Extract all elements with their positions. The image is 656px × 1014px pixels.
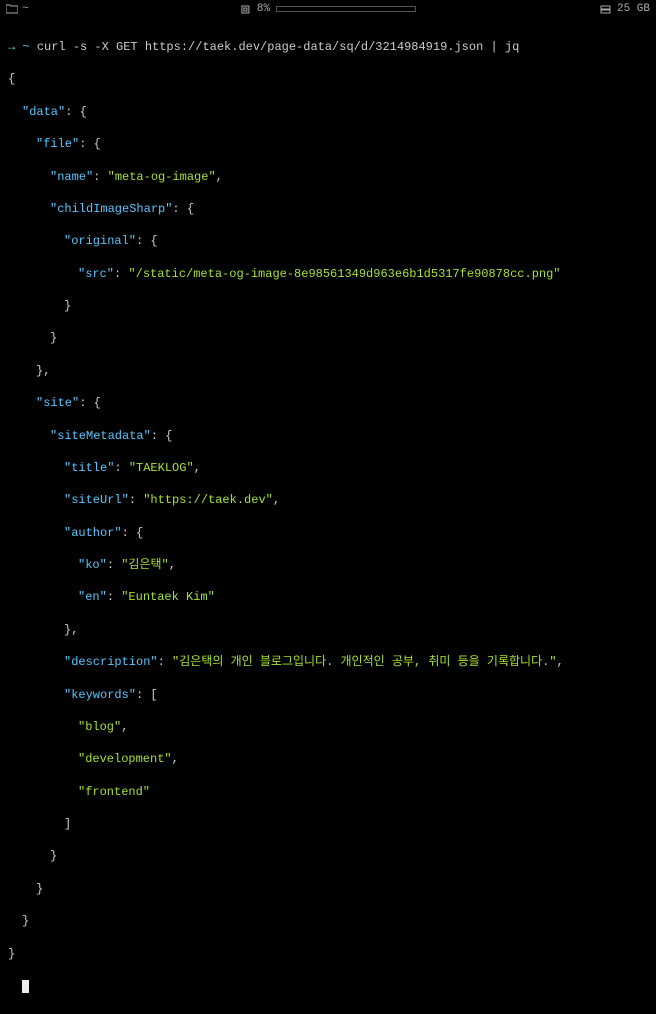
json-line: "file": { bbox=[8, 136, 648, 152]
cursor bbox=[22, 980, 29, 993]
json-line: } bbox=[8, 946, 648, 962]
status-cwd: ~ bbox=[6, 2, 29, 17]
json-line: ] bbox=[8, 816, 648, 832]
json-line: { bbox=[8, 71, 648, 87]
json-line: "siteUrl": "https://taek.dev", bbox=[8, 492, 648, 508]
command-text: curl -s -X GET https://taek.dev/page-dat… bbox=[37, 40, 520, 54]
json-line: "childImageSharp": { bbox=[8, 201, 648, 217]
prompt-tilde: ~ bbox=[22, 40, 29, 54]
json-line: "siteMetadata": { bbox=[8, 428, 648, 444]
json-line: } bbox=[8, 881, 648, 897]
disk-icon bbox=[600, 4, 611, 15]
json-line: } bbox=[8, 330, 648, 346]
json-line: "blog", bbox=[8, 719, 648, 735]
json-line: "frontend" bbox=[8, 784, 648, 800]
prompt-line: → ~ curl -s -X GET https://taek.dev/page… bbox=[8, 39, 648, 55]
status-disk: 25 GB bbox=[600, 2, 650, 17]
cursor-line bbox=[8, 978, 648, 994]
json-line: "development", bbox=[8, 751, 648, 767]
cpu-icon bbox=[240, 4, 251, 15]
json-line: "name": "meta-og-image", bbox=[8, 169, 648, 185]
prompt-arrow: → bbox=[8, 40, 15, 54]
json-line: }, bbox=[8, 622, 648, 638]
cwd-text: ~ bbox=[22, 2, 29, 17]
cpu-pct: 8% bbox=[257, 2, 270, 17]
folder-icon bbox=[6, 4, 18, 14]
json-line: "keywords": [ bbox=[8, 687, 648, 703]
json-line: "original": { bbox=[8, 233, 648, 249]
terminal[interactable]: → ~ curl -s -X GET https://taek.dev/page… bbox=[0, 19, 656, 1014]
json-line: "ko": "김은택", bbox=[8, 557, 648, 573]
json-line: "site": { bbox=[8, 395, 648, 411]
status-bar: ~ 8% 25 GB bbox=[0, 0, 656, 19]
json-line: } bbox=[8, 913, 648, 929]
disk-text: 25 GB bbox=[617, 2, 650, 17]
json-line: } bbox=[8, 298, 648, 314]
json-line: "title": "TAEKLOG", bbox=[8, 460, 648, 476]
json-line: "src": "/static/meta-og-image-8e98561349… bbox=[8, 266, 648, 282]
json-line: "en": "Euntaek Kim" bbox=[8, 589, 648, 605]
json-line: "author": { bbox=[8, 525, 648, 541]
json-line: "data": { bbox=[8, 104, 648, 120]
json-line: }, bbox=[8, 363, 648, 379]
cpu-progress bbox=[276, 6, 416, 12]
status-cpu: 8% bbox=[240, 2, 416, 17]
json-line: } bbox=[8, 848, 648, 864]
json-line: "description": "김은택의 개인 블로그입니다. 개인적인 공부,… bbox=[8, 654, 648, 670]
